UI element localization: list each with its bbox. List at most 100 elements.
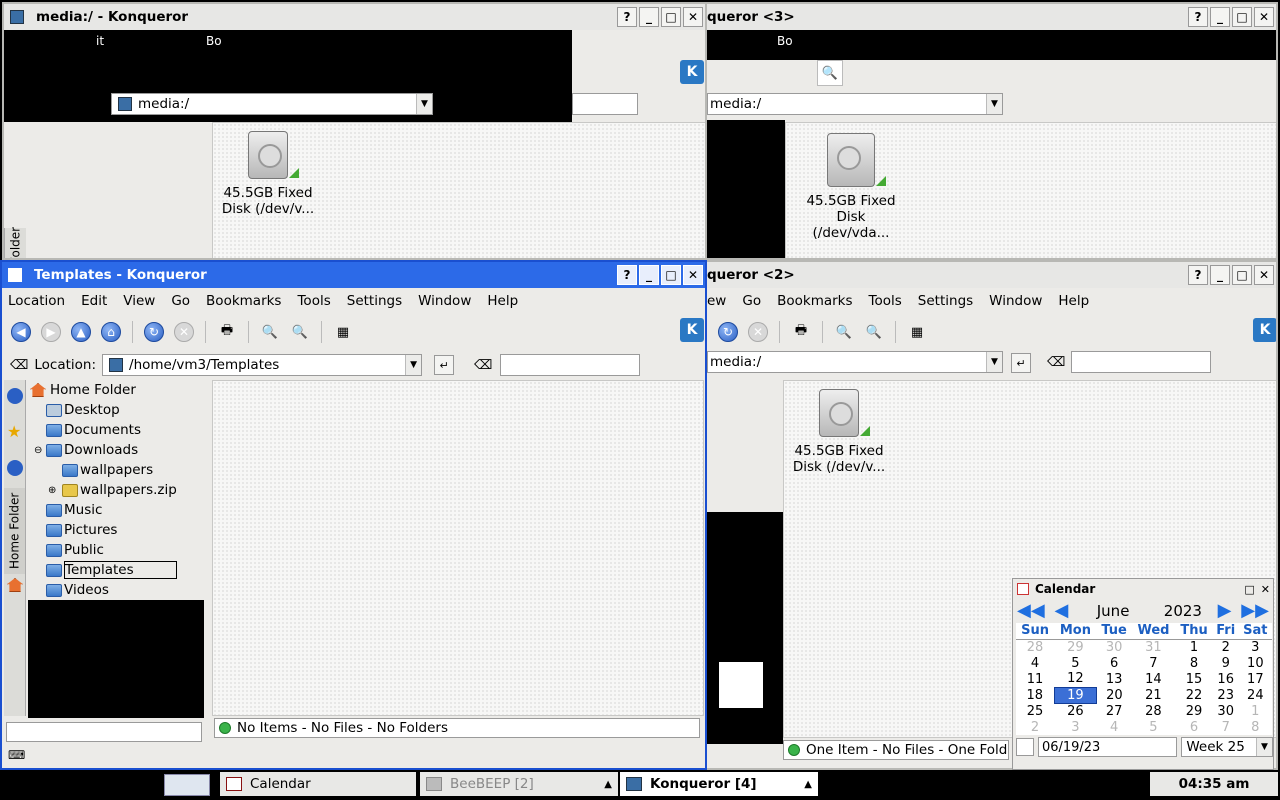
menu-view[interactable]: View	[123, 293, 155, 309]
show-desktop-icon[interactable]	[164, 774, 210, 796]
up-icon[interactable]: ▲	[68, 319, 94, 345]
calendar-day[interactable]: 10	[1238, 655, 1272, 671]
menu-tools[interactable]: Tools	[869, 293, 902, 309]
zoom-in-icon[interactable]: 🔍	[257, 319, 283, 345]
disk-item[interactable]: 45.5GB Fixed Disk (/dev/v...	[213, 131, 323, 217]
calendar-day[interactable]: 15	[1175, 671, 1213, 687]
maximize-button[interactable]: □	[1244, 583, 1254, 596]
location-combo[interactable]: media:/ ▼	[707, 93, 1003, 115]
calendar-day[interactable]: 27	[1096, 703, 1132, 719]
menu-help[interactable]: Help	[487, 293, 518, 309]
calendar-day[interactable]: 29	[1175, 703, 1213, 719]
menu-window[interactable]: Window	[418, 293, 471, 309]
menu-settings[interactable]: Settings	[918, 293, 973, 309]
disk-item[interactable]: 45.5GB Fixed Disk (/dev/vda...	[796, 133, 906, 241]
view-mode-icon[interactable]: ▦	[330, 319, 356, 345]
calendar-day[interactable]: 26	[1054, 703, 1097, 719]
location-combo[interactable]: media:/ ▼	[111, 93, 433, 115]
calendar-day[interactable]: 25	[1016, 703, 1055, 719]
calendar-day[interactable]: 13	[1096, 671, 1132, 687]
minimize-button[interactable]: _	[1210, 7, 1230, 27]
calendar-day[interactable]: 16	[1212, 671, 1239, 687]
icon-view[interactable]	[212, 380, 704, 716]
home-icon[interactable]: ⌂	[98, 319, 124, 345]
sidebar-tab-home-folder[interactable]: Home Folder	[4, 488, 25, 574]
calendar-day[interactable]: 3	[1238, 639, 1272, 655]
tree-item[interactable]: wallpapers	[30, 460, 206, 480]
calendar-day[interactable]: 28	[1131, 703, 1176, 719]
calendar-day[interactable]: 8	[1175, 655, 1213, 671]
print-icon[interactable]: 🖶	[214, 319, 240, 345]
menu-bookmarks[interactable]: Bookmarks	[206, 293, 281, 309]
window-titlebar[interactable]: Templates - Konqueror ? _ □ ✕	[2, 262, 705, 288]
calendar-day[interactable]: 7	[1212, 719, 1239, 735]
date-field[interactable]: 06/19/23	[1037, 737, 1178, 757]
tree-item-home-folder[interactable]: Home Folder	[30, 380, 206, 400]
minimize-button[interactable]: _	[639, 265, 659, 285]
calendar-titlebar[interactable]: Calendar □ ✕	[1013, 579, 1273, 599]
menu-go[interactable]: Go	[742, 293, 761, 309]
help-button[interactable]: ?	[617, 265, 637, 285]
tree-item[interactable]: Music	[30, 500, 206, 520]
konqueror-k-icon[interactable]: K	[680, 60, 704, 84]
menu-help[interactable]: Help	[1058, 293, 1089, 309]
konqueror-window-templates[interactable]: Templates - Konqueror ? _ □ ✕ Location E…	[0, 260, 707, 770]
chevron-down-icon[interactable]: ▼	[986, 94, 1002, 114]
menu-view[interactable]: ew	[707, 293, 726, 309]
go-icon[interactable]: ↵	[434, 355, 455, 375]
location-combo[interactable]: /home/vm3/Templates ▼	[102, 354, 423, 376]
close-button[interactable]: ✕	[1254, 7, 1274, 27]
sidebar-filter-field[interactable]	[6, 722, 202, 742]
clear-search-icon[interactable]: ⌫	[1047, 355, 1065, 370]
task-konqueror[interactable]: Konqueror [4] ▲	[620, 772, 818, 796]
konqueror-k-icon[interactable]: K	[1253, 318, 1276, 342]
calendar-day[interactable]: 23	[1212, 687, 1239, 703]
maximize-button[interactable]: □	[661, 7, 681, 27]
menu-window[interactable]: Window	[989, 293, 1042, 309]
stop-icon[interactable]: ✕	[171, 319, 197, 345]
close-button[interactable]: ✕	[683, 7, 703, 27]
calendar-day[interactable]: 28	[1016, 639, 1055, 655]
calendar-day[interactable]: 5	[1131, 719, 1176, 735]
calendar-day[interactable]: 20	[1096, 687, 1132, 703]
minimize-button[interactable]: _	[639, 7, 659, 27]
calendar-day[interactable]: 24	[1238, 687, 1272, 703]
reload-icon[interactable]: ↻	[715, 319, 741, 345]
search-field[interactable]	[572, 93, 638, 115]
menu-location[interactable]: Location	[8, 293, 65, 309]
maximize-button[interactable]: □	[1232, 7, 1252, 27]
clock[interactable]: 04:35 am	[1150, 772, 1278, 796]
help-button[interactable]: ?	[617, 7, 637, 27]
calendar-widget[interactable]: Calendar □ ✕ ◀◀ ◀ June 2023 ▶ ▶▶ Sun Mon T…	[1012, 578, 1274, 770]
calendar-day[interactable]: 18	[1016, 687, 1055, 703]
go-icon[interactable]: ↵	[1011, 353, 1031, 373]
menu-bookmarks[interactable]: Bookmarks	[777, 293, 852, 309]
view-mode-icon[interactable]: ▦	[904, 319, 930, 345]
reload-icon[interactable]: ↻	[141, 319, 167, 345]
calendar-day[interactable]: 29	[1054, 639, 1097, 655]
calendar-day[interactable]: 22	[1175, 687, 1213, 703]
calendar-day[interactable]: 4	[1096, 719, 1132, 735]
history-icon[interactable]	[7, 460, 23, 476]
konqueror-k-icon[interactable]: K	[680, 318, 704, 342]
icon-view[interactable]: 45.5GB Fixed Disk (/dev/v...	[212, 122, 705, 258]
week-select[interactable]: Week 25 ▼	[1181, 737, 1274, 757]
location-combo[interactable]: media:/ ▼	[707, 351, 1003, 373]
chevron-down-icon[interactable]: ▼	[986, 352, 1002, 372]
calendar-day[interactable]: 30	[1212, 703, 1239, 719]
task-beebeep[interactable]: BeeBEEP [2] ▲	[420, 772, 618, 796]
close-button[interactable]: ✕	[1261, 583, 1270, 596]
clear-search-icon[interactable]: ⌫	[474, 358, 492, 373]
calendar-day[interactable]: 6	[1096, 655, 1132, 671]
forward-icon[interactable]: ▶	[38, 319, 64, 345]
tree-item[interactable]: ⊕ wallpapers.zip	[30, 480, 206, 500]
calendar-day[interactable]: 31	[1131, 639, 1176, 655]
maximize-button[interactable]: □	[1232, 265, 1252, 285]
window-titlebar[interactable]: queror <3> ? _ □ ✕	[707, 4, 1276, 30]
task-calendar[interactable]: Calendar	[220, 772, 416, 796]
calendar-day[interactable]: 4	[1016, 655, 1055, 671]
calendar-day[interactable]: 2	[1016, 719, 1055, 735]
next-year-icon[interactable]: ▶▶	[1241, 602, 1269, 620]
stop-icon[interactable]: ✕	[745, 319, 771, 345]
chevron-down-icon[interactable]: ▼	[1256, 738, 1273, 756]
